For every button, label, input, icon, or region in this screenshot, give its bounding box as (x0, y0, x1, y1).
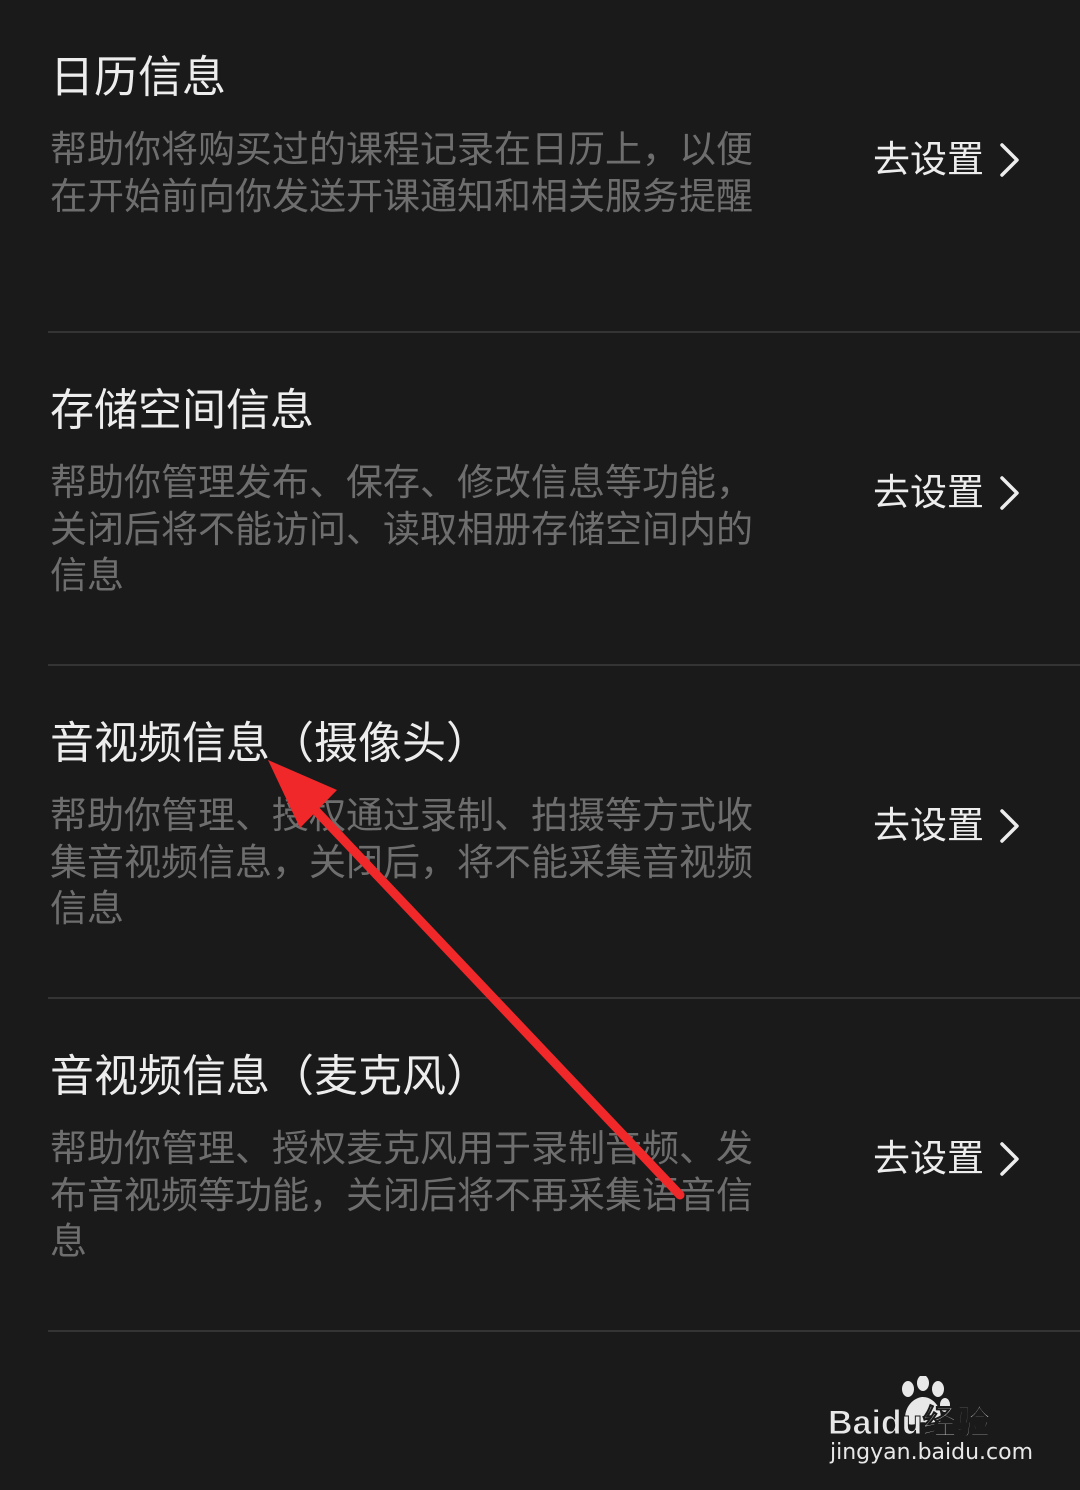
microphone-permission-section: 音视频信息（麦克风） 帮助你管理、授权麦克风用于录制音频、发布音视频等功能，关闭… (0, 999, 1080, 1332)
calendar-settings-label: 去设置 (873, 138, 984, 181)
calendar-permission-title: 日历信息 (50, 52, 226, 103)
microphone-settings-button[interactable]: 去设置 (873, 1133, 1024, 1185)
microphone-settings-label: 去设置 (873, 1137, 984, 1180)
camera-settings-button[interactable]: 去设置 (873, 800, 1024, 852)
section-divider (48, 1330, 1080, 1332)
chevron-right-icon (1000, 809, 1019, 843)
calendar-settings-button[interactable]: 去设置 (873, 134, 1024, 186)
chevron-right-icon (1000, 1142, 1019, 1176)
camera-permission-description: 帮助你管理、授权通过录制、拍摄等方式收集音视频信息，关闭后，将不能采集音视频信息 (50, 794, 753, 930)
storage-permission-description: 帮助你管理发布、保存、修改信息等功能，关闭后将不能访问、读取相册存储空间内的信息 (50, 461, 753, 597)
microphone-permission-description: 帮助你管理、授权麦克风用于录制音频、发布音视频等功能，关闭后将不再采集语音信息 (50, 1127, 753, 1263)
camera-permission-title: 音视频信息（摄像头） (50, 718, 490, 769)
storage-settings-label: 去设置 (873, 471, 984, 514)
camera-settings-label: 去设置 (873, 804, 984, 847)
chevron-right-icon (1000, 476, 1019, 510)
calendar-permission-section: 日历信息 帮助你将购买过的课程记录在日历上，以便在开始前向你发送开课通知和相关服… (0, 0, 1080, 333)
microphone-permission-title: 音视频信息（麦克风） (50, 1051, 490, 1102)
storage-settings-button[interactable]: 去设置 (873, 467, 1024, 519)
storage-permission-section: 存储空间信息 帮助你管理发布、保存、修改信息等功能，关闭后将不能访问、读取相册存… (0, 333, 1080, 666)
chevron-right-icon (1000, 143, 1019, 177)
calendar-permission-description: 帮助你将购买过的课程记录在日历上，以便在开始前向你发送开课通知和相关服务提醒 (50, 128, 753, 218)
camera-permission-section: 音视频信息（摄像头） 帮助你管理、授权通过录制、拍摄等方式收集音视频信息，关闭后… (0, 666, 1080, 999)
watermark-logo-text: Baidu经验 (828, 1403, 990, 1442)
storage-permission-title: 存储空间信息 (50, 385, 314, 436)
watermark-url: jingyan.baidu.com (830, 1440, 1034, 1465)
baidu-jingyan-watermark: Baidu经验 jingyan.baidu.com (826, 1376, 1036, 1472)
